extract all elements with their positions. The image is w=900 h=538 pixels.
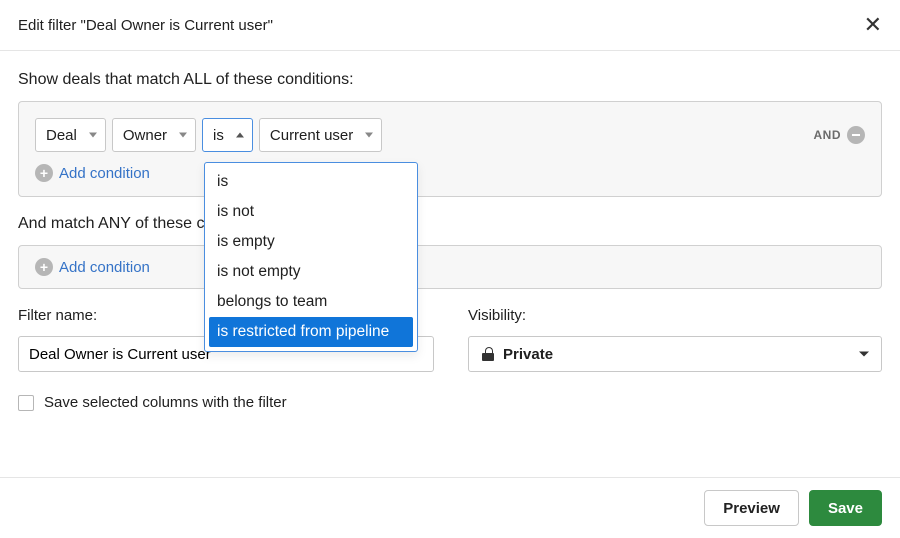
operator-option[interactable]: is not empty xyxy=(209,257,413,287)
all-conditions-group: Deal Owner is Current user AND + Add xyxy=(18,101,882,197)
preview-button[interactable]: Preview xyxy=(704,490,799,526)
operator-select-value: is xyxy=(213,127,224,144)
lock-icon xyxy=(481,347,495,361)
save-button[interactable]: Save xyxy=(809,490,882,526)
save-columns-checkbox[interactable] xyxy=(18,395,34,411)
chevron-down-icon xyxy=(179,133,187,138)
operator-option[interactable]: is empty xyxy=(209,227,413,257)
operator-option[interactable]: belongs to team xyxy=(209,287,413,317)
dialog-title: Edit filter "Deal Owner is Current user" xyxy=(18,17,273,34)
chevron-down-icon xyxy=(365,133,373,138)
field-select[interactable]: Deal xyxy=(35,118,106,152)
chevron-up-icon xyxy=(236,133,244,138)
any-conditions-label: And match ANY of these conditions: xyxy=(18,215,882,233)
attribute-select-value: Owner xyxy=(123,127,167,144)
add-condition-label: Add condition xyxy=(59,259,150,276)
add-condition-label: Add condition xyxy=(59,165,150,182)
add-condition-all[interactable]: + Add condition xyxy=(35,164,150,182)
visibility-value: Private xyxy=(503,346,553,363)
any-conditions-group: + Add condition xyxy=(18,245,882,289)
save-columns-label: Save selected columns with the filter xyxy=(44,394,287,411)
plus-icon: + xyxy=(35,258,53,276)
remove-condition-icon[interactable] xyxy=(847,126,865,144)
attribute-select[interactable]: Owner xyxy=(112,118,196,152)
operator-option[interactable]: is not xyxy=(209,197,413,227)
operator-option[interactable]: is restricted from pipeline xyxy=(209,317,413,347)
visibility-select[interactable]: Private xyxy=(468,336,882,372)
operator-option[interactable]: is xyxy=(209,167,413,197)
close-icon[interactable]: ✕ xyxy=(864,14,882,36)
chevron-down-icon xyxy=(859,352,869,357)
chevron-down-icon xyxy=(89,133,97,138)
value-select-value: Current user xyxy=(270,127,353,144)
condition-row: Deal Owner is Current user AND xyxy=(35,118,865,152)
visibility-label: Visibility: xyxy=(468,307,882,324)
field-select-value: Deal xyxy=(46,127,77,144)
value-select[interactable]: Current user xyxy=(259,118,382,152)
operator-dropdown: is is not is empty is not empty belongs … xyxy=(204,162,418,352)
operator-select[interactable]: is xyxy=(202,118,253,152)
plus-icon: + xyxy=(35,164,53,182)
add-condition-any[interactable]: + Add condition xyxy=(35,258,150,276)
all-conditions-label: Show deals that match ALL of these condi… xyxy=(18,71,882,89)
and-badge: AND xyxy=(814,128,842,142)
